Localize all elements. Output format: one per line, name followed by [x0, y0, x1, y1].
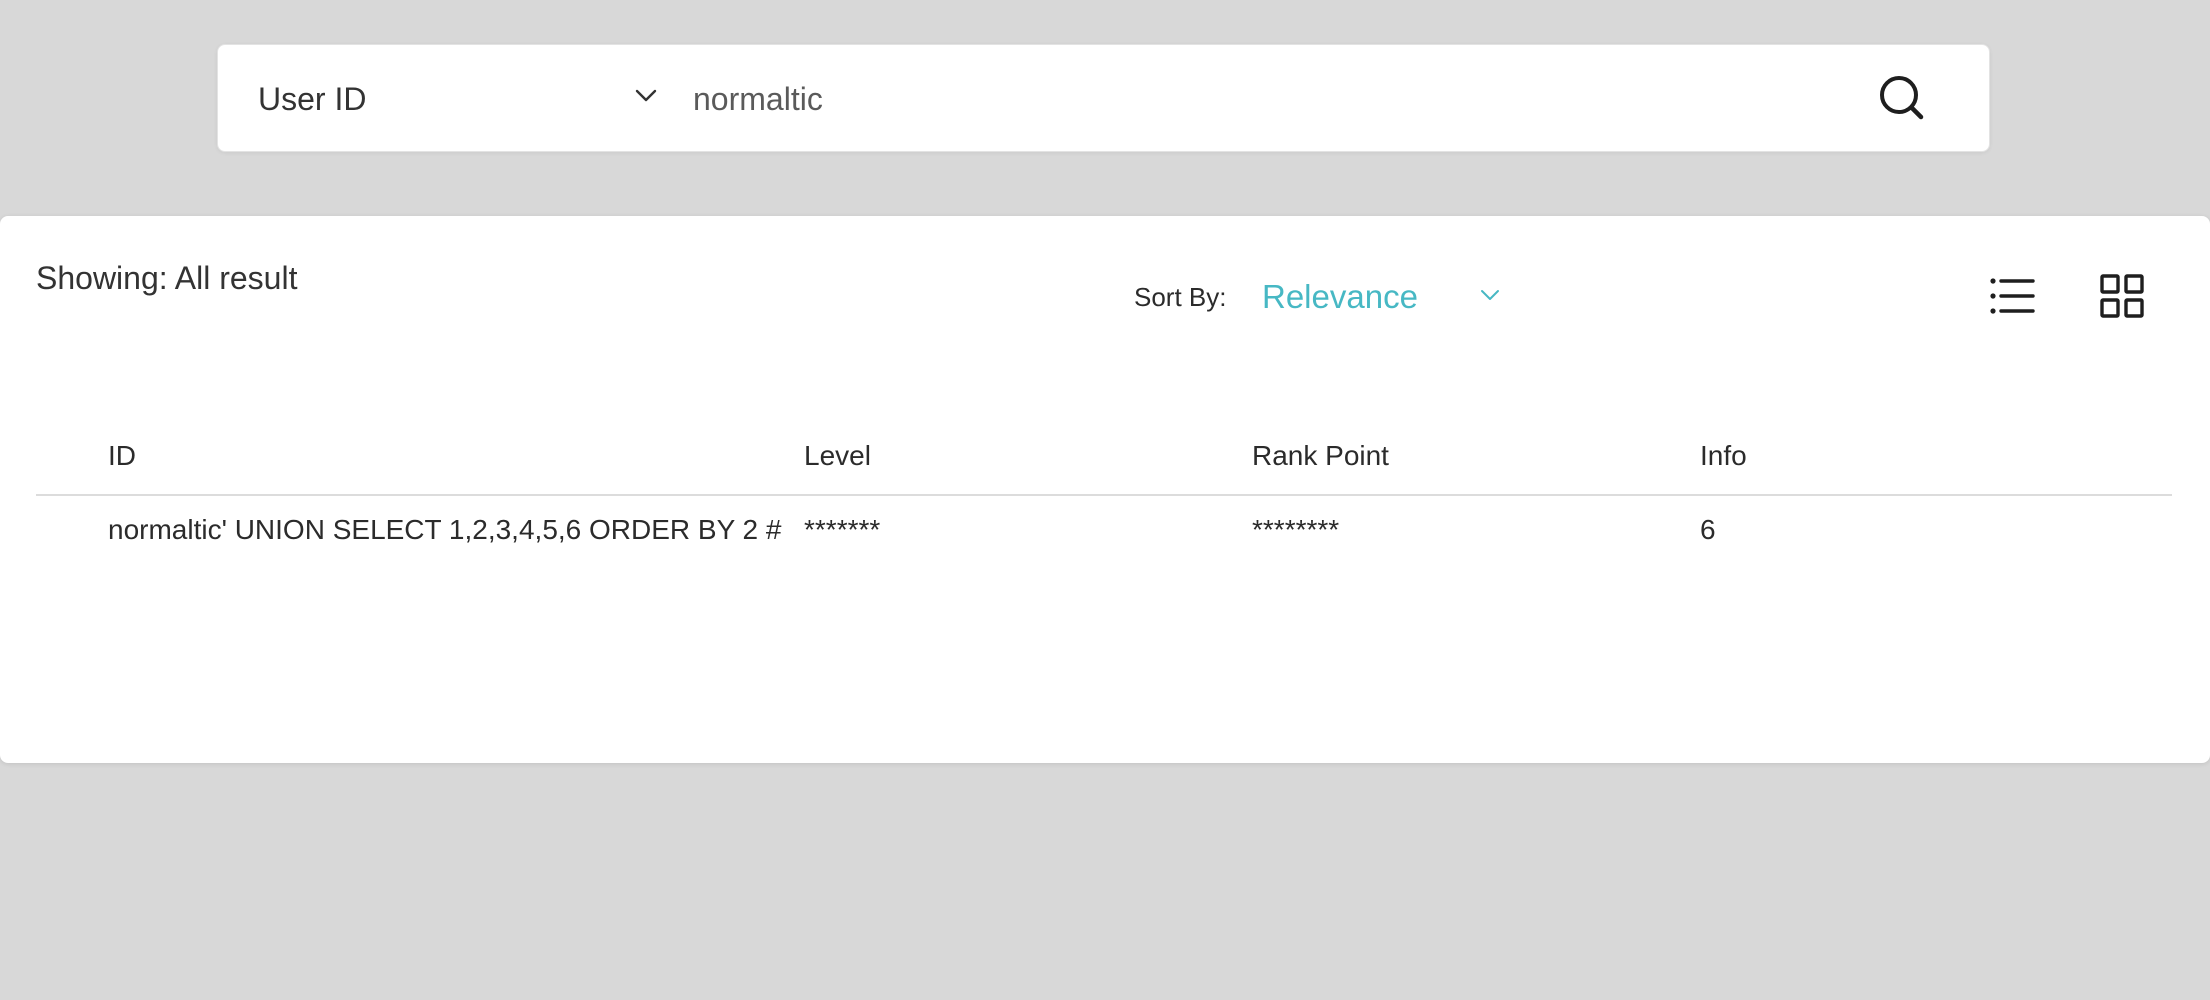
results-panel: Showing: All result Sort By: Relevance I… [0, 216, 2210, 763]
search-bar: User ID [217, 44, 1990, 152]
cell-level: ******* [804, 514, 881, 545]
search-type-dropdown[interactable]: User ID [218, 45, 673, 151]
column-header-id: ID [108, 440, 136, 471]
cell-rank-point: ******** [1252, 514, 1340, 545]
list-view-button[interactable] [1990, 276, 2036, 316]
table-header [36, 426, 2172, 496]
cell-info: 6 [1700, 514, 1716, 545]
column-header-info: Info [1700, 440, 1747, 471]
grid-view-button[interactable] [2100, 274, 2144, 318]
search-icon [1880, 76, 1924, 120]
column-header-level: Level [804, 440, 871, 471]
showing-label: Showing: All result [36, 260, 298, 296]
cell-id: normaltic' UNION SELECT 1,2,3,4,5,6 ORDE… [108, 514, 782, 545]
sort-by-dropdown[interactable]: Relevance [1262, 268, 1512, 324]
search-input[interactable] [693, 71, 1793, 127]
column-header-rank-point: Rank Point [1252, 440, 1389, 471]
list-view-icon [1990, 278, 2035, 314]
table-row: normaltic' UNION SELECT 1,2,3,4,5,6 ORDE… [36, 498, 2172, 648]
search-button[interactable] [1873, 69, 1933, 129]
chevron-down-icon [1481, 290, 1499, 300]
search-type-label: User ID [258, 81, 367, 117]
sort-by-value: Relevance [1262, 278, 1418, 315]
grid-view-icon [2100, 274, 2144, 318]
chevron-down-icon [635, 89, 657, 102]
sort-by-label: Sort By: [1134, 282, 1227, 312]
